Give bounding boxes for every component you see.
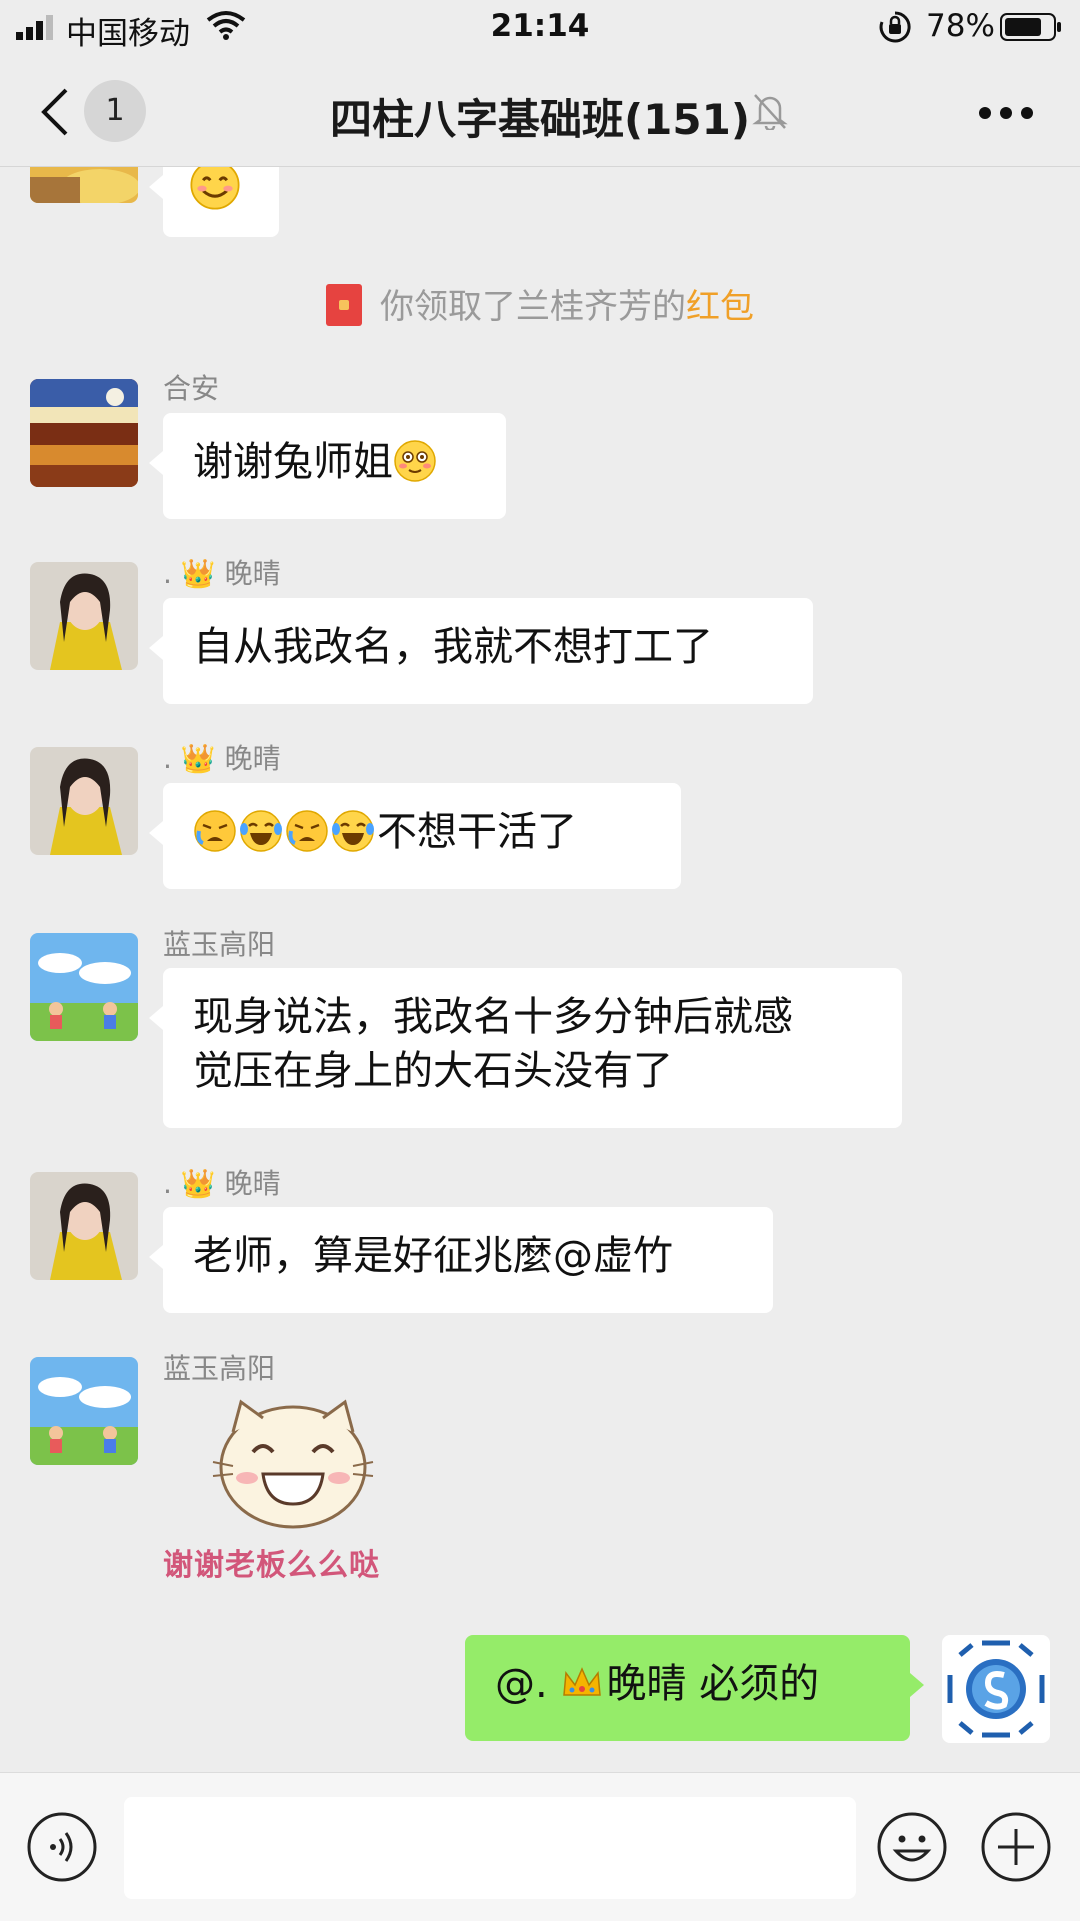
flushed-face-emoji: [394, 440, 436, 482]
message-bubble[interactable]: 谢谢兔师姐: [149, 413, 506, 519]
message-list[interactable]: 你领取了兰桂齐芳的红包 合安 谢谢兔师姐 . 👑 晚晴 自从我改名，我就不想打工…: [0, 167, 1080, 1772]
sender-name: . 👑 晚晴: [163, 557, 281, 590]
system-message-text: 你领取了兰桂齐芳的: [380, 287, 686, 327]
message-input[interactable]: [124, 1797, 856, 1899]
emoji-picker-icon[interactable]: [876, 1811, 948, 1883]
system-message: 你领取了兰桂齐芳的红包: [0, 279, 1080, 328]
my-avatar[interactable]: [942, 1635, 1050, 1743]
battery-percent: 78%: [926, 8, 995, 44]
orientation-lock-icon: [879, 11, 911, 43]
sender-name: . 👑 晚晴: [163, 742, 281, 775]
sender-name: 蓝玉高阳: [163, 928, 276, 961]
battery-icon: [1000, 13, 1061, 41]
message-text: 不想干活了: [377, 809, 577, 855]
joy-tears-emoji: [240, 810, 282, 852]
smiling-face-emoji: [190, 167, 240, 210]
red-envelope-icon: [326, 284, 362, 326]
my-message-bubble[interactable]: @. 晚晴 必须的: [465, 1635, 924, 1741]
message-text-line: 觉压在身上的大石头没有了: [193, 1048, 673, 1094]
clock: 21:14: [490, 8, 590, 44]
chat-header: 1 四柱八字基础班(151): [0, 56, 1080, 167]
chat-title: 四柱八字基础班(151): [329, 95, 751, 144]
avatar[interactable]: [30, 1357, 138, 1465]
voice-input-icon[interactable]: [26, 1811, 98, 1883]
sender-name: 蓝玉高阳: [163, 1352, 276, 1385]
joy-tears-emoji: [332, 810, 374, 852]
avatar[interactable]: [30, 747, 138, 855]
avatar[interactable]: [30, 1172, 138, 1280]
cat-sticker-image: [212, 1399, 374, 1529]
input-bar: [0, 1772, 1080, 1921]
crown-emoji: [563, 1667, 602, 1696]
message-bubble[interactable]: 不想干活了: [149, 783, 681, 889]
message-bubble[interactable]: [149, 167, 279, 237]
avatar[interactable]: [30, 167, 138, 203]
message-bubble[interactable]: 现身说法，我改名十多分钟后就感 觉压在身上的大石头没有了: [149, 968, 902, 1128]
status-bar: 中国移动 21:14 78%: [0, 0, 1080, 56]
sender-name: . 👑 晚晴: [163, 1167, 281, 1200]
mention-name: 晚晴: [606, 1661, 687, 1707]
mention-prefix: @.: [495, 1661, 561, 1707]
message-text-line: 现身说法，我改名十多分钟后就感: [193, 994, 793, 1040]
message-text: 必须的: [686, 1661, 820, 1707]
crying-face-emoji: [286, 810, 328, 852]
avatar[interactable]: [30, 933, 138, 1041]
message-bubble[interactable]: 自从我改名，我就不想打工了: [149, 598, 813, 704]
message-text: 老师，算是好征兆麼@虚竹: [193, 1233, 673, 1279]
mute-bell-icon: [752, 94, 788, 130]
message-text: 自从我改名，我就不想打工了: [193, 624, 713, 670]
message-text: 谢谢兔师姐: [193, 439, 393, 485]
more-options-icon[interactable]: [978, 106, 1034, 120]
sender-name: 合安: [163, 372, 220, 405]
avatar[interactable]: [30, 379, 138, 487]
sticker-caption: 谢谢老板么么哒: [163, 1548, 380, 1583]
message-bubble[interactable]: 老师，算是好征兆麼@虚竹: [149, 1207, 773, 1313]
plus-icon[interactable]: [980, 1811, 1052, 1883]
cat-sticker[interactable]: 谢谢老板么么哒: [163, 1392, 423, 1592]
red-packet-link[interactable]: 红包: [686, 287, 754, 327]
avatar[interactable]: [30, 562, 138, 670]
crying-face-emoji: [194, 810, 236, 852]
